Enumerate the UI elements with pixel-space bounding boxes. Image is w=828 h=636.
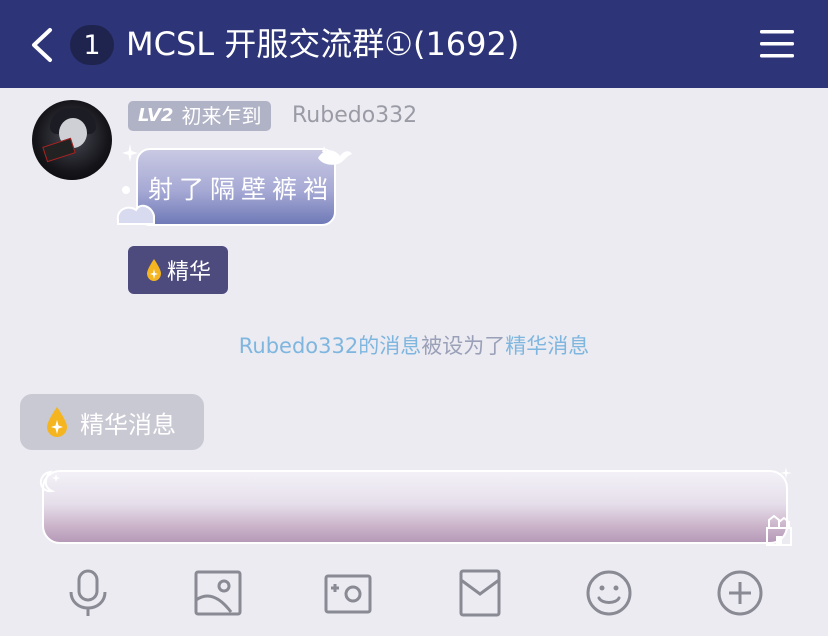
plus-icon[interactable]	[715, 568, 765, 618]
featured-tag-label: 精华	[166, 260, 211, 285]
system-notice: Rubedo332的消息被设为了精华消息	[0, 330, 828, 360]
notice-part1: 的消息	[358, 334, 422, 358]
featured-drop-icon	[146, 259, 161, 281]
message-bubble[interactable]: 射了隔壁裤裆	[136, 148, 336, 226]
castle-icon	[766, 514, 792, 546]
red-packet-icon[interactable]	[455, 568, 505, 618]
bird-decoration-icon	[318, 146, 352, 165]
level-title: 初来乍到	[181, 104, 262, 128]
emoji-icon[interactable]	[584, 568, 634, 618]
message-text: 射了隔壁裤裆	[148, 175, 335, 204]
chat-title: MCSL 开服交流群①(1692)	[126, 25, 520, 63]
notice-part2: 被设为了	[421, 334, 506, 358]
back-arrow-icon[interactable]	[28, 26, 58, 64]
sender-avatar[interactable]	[32, 100, 112, 180]
unread-count-badge[interactable]: 1	[70, 25, 114, 65]
cloud-decoration-icon	[116, 186, 155, 225]
message-input[interactable]	[42, 470, 788, 544]
featured-messages-label: 精华消息	[80, 410, 176, 439]
featured-messages-button[interactable]: 精华消息	[20, 394, 204, 450]
avatar-card	[42, 137, 76, 163]
level-label: LV2	[138, 105, 174, 126]
notice-part3[interactable]: 精华消息	[505, 334, 589, 358]
chat-header: 1 MCSL 开服交流群①(1692)	[0, 0, 828, 88]
level-badge: LV2 初来乍到	[128, 101, 272, 131]
featured-drop-icon	[47, 407, 67, 437]
image-icon[interactable]	[193, 568, 243, 618]
menu-icon[interactable]	[760, 28, 794, 60]
featured-tag[interactable]: 精华	[128, 246, 228, 294]
notice-sender[interactable]: Rubedo332	[239, 334, 358, 358]
moon-icon	[39, 470, 60, 493]
sender-name[interactable]: Rubedo332	[292, 101, 417, 131]
microphone-icon[interactable]	[63, 568, 113, 618]
star-icon	[780, 467, 792, 479]
camera-icon[interactable]	[323, 568, 373, 618]
